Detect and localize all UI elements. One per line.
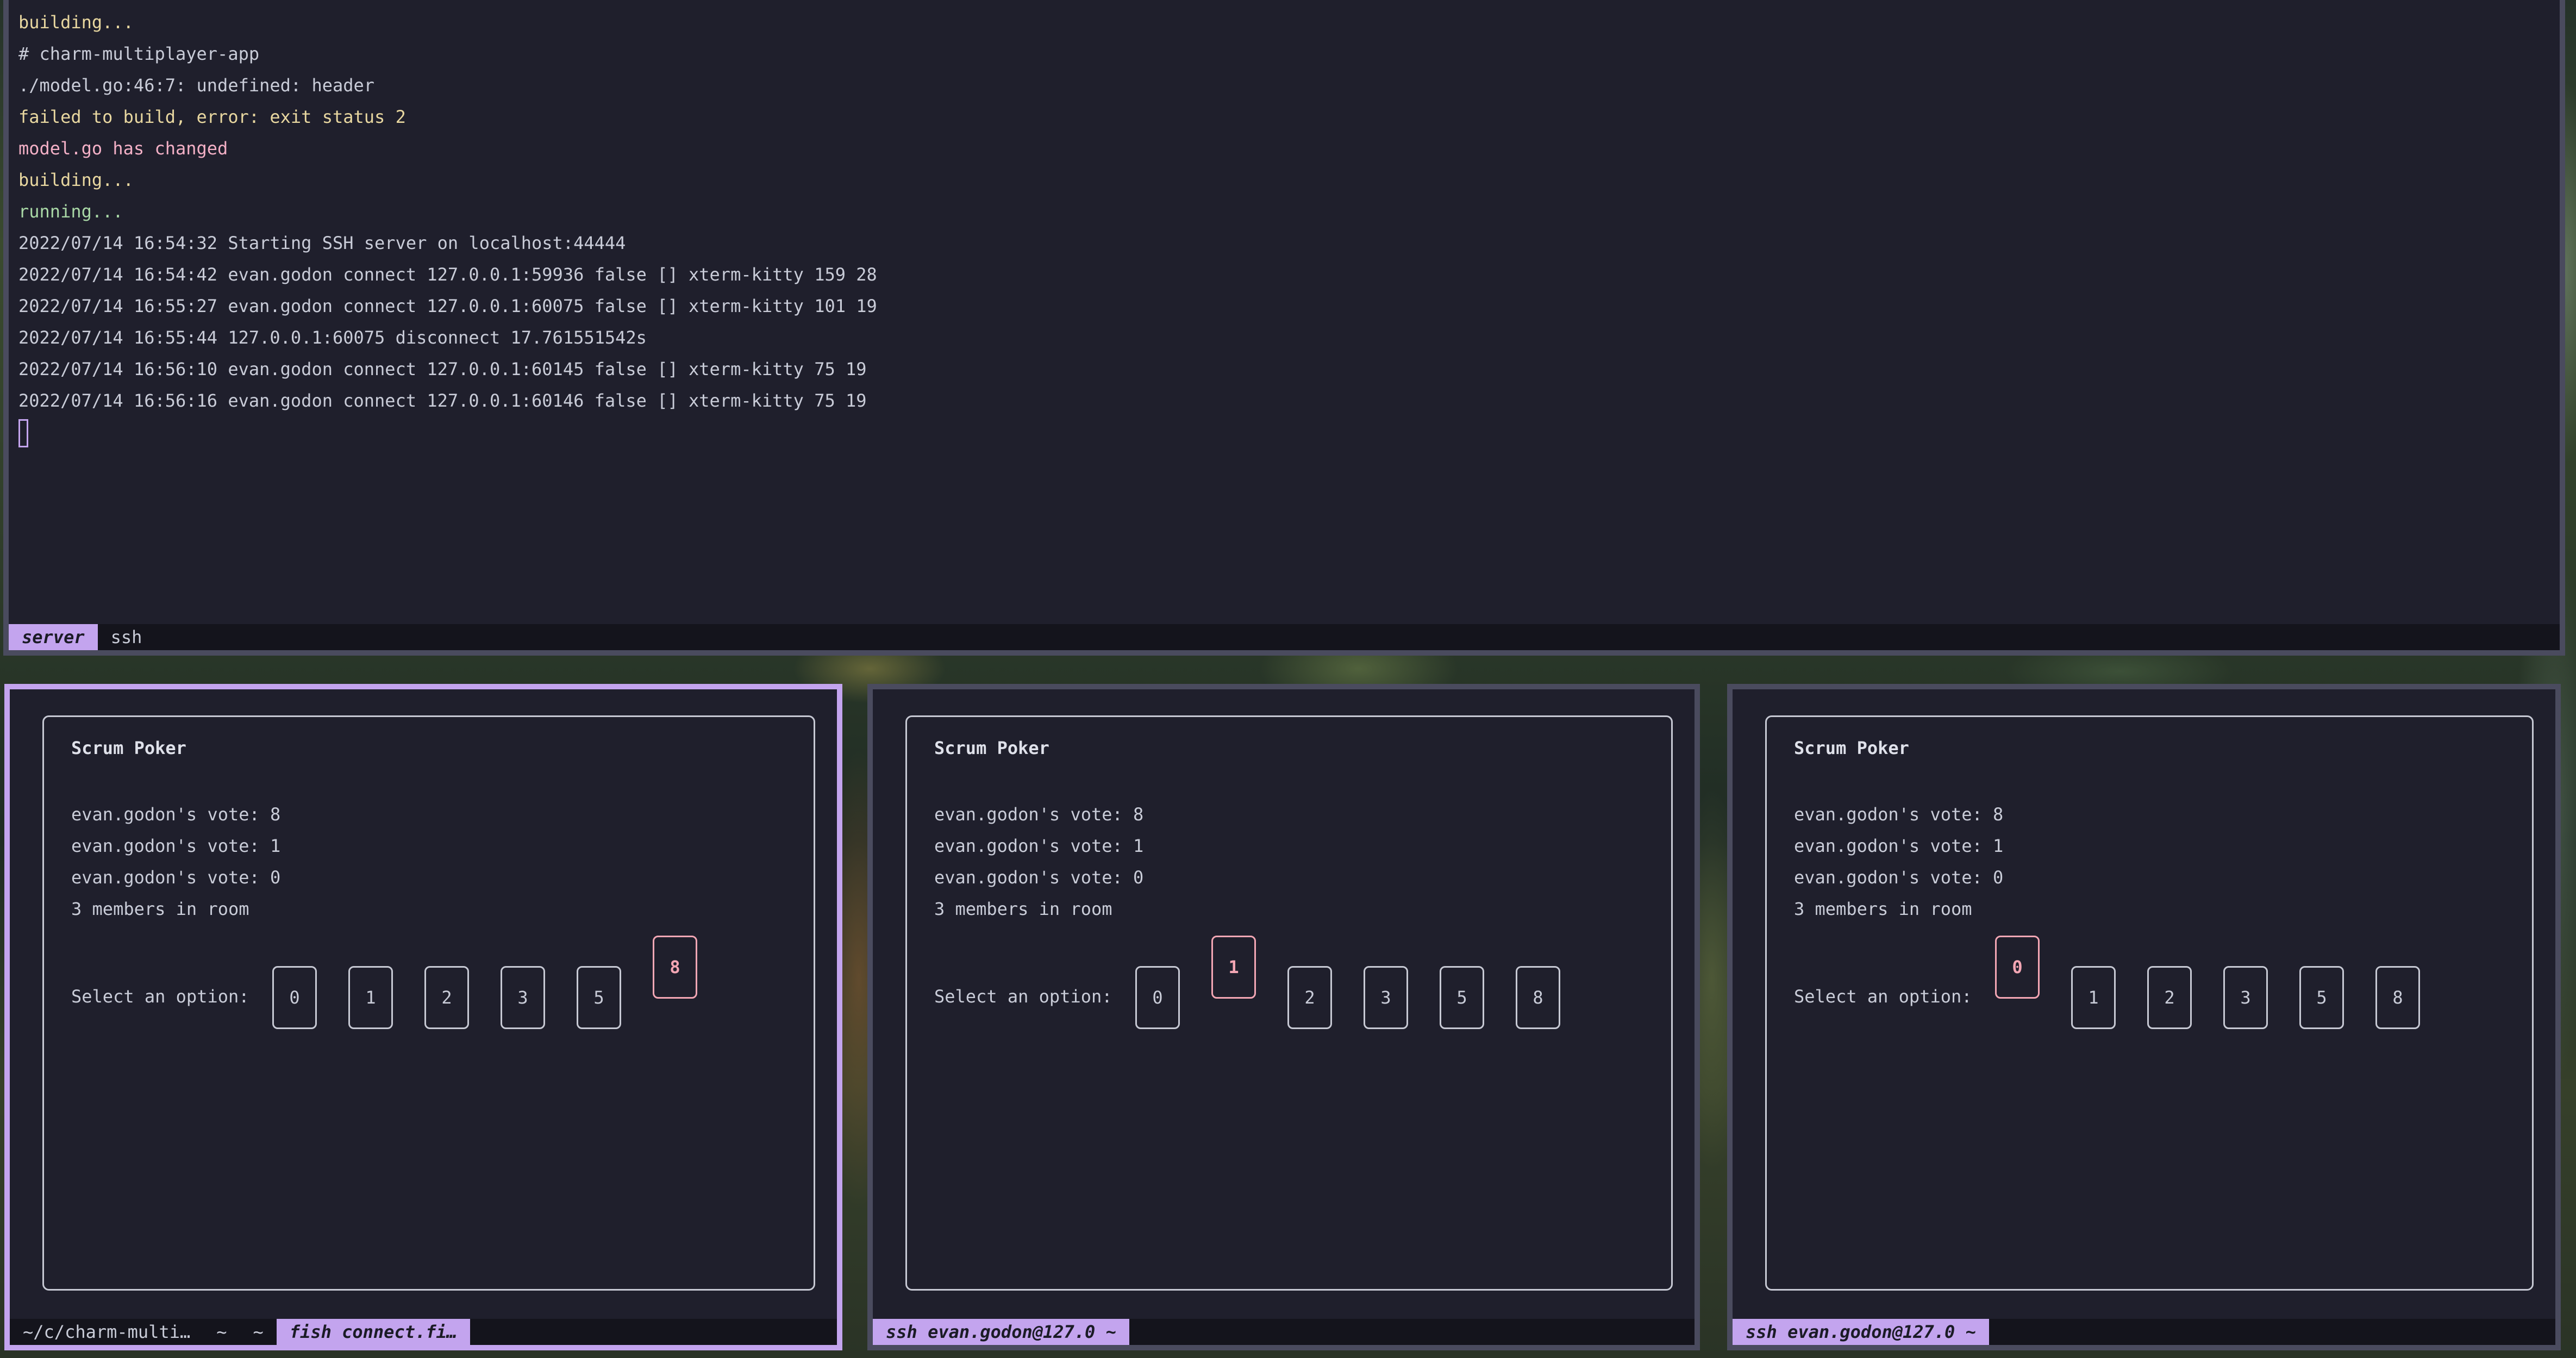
select-label: Select an option: xyxy=(71,986,249,1007)
log-line: 2022/07/14 16:55:27 evan.godon connect 1… xyxy=(18,296,877,316)
vote-list: evan.godon's vote: 8 evan.godon's vote: 1… xyxy=(1794,799,2003,925)
server-pane[interactable]: building... # charm-multiplayer-app ./mode… xyxy=(3,0,2565,656)
vote-line: evan.godon's vote: 8 xyxy=(1794,804,2004,825)
vote-line: evan.godon's vote: 1 xyxy=(1794,836,2004,856)
app-title: Scrum Poker xyxy=(934,738,1049,758)
log-line: building... xyxy=(18,170,134,190)
members-count: 3 members in room xyxy=(71,899,249,919)
vote-line: evan.godon's vote: 0 xyxy=(1794,867,2004,888)
option-card-0[interactable]: 0 xyxy=(1995,936,2040,999)
option-card-2[interactable]: 2 xyxy=(2147,966,2192,1029)
scrum-poker-box: Scrum Poker evan.godon's vote: 8 evan.godo… xyxy=(42,715,815,1291)
select-label: Select an option: xyxy=(1794,986,1972,1007)
log-line: building... xyxy=(18,12,134,33)
option-card-8[interactable]: 8 xyxy=(653,936,697,999)
status-tab[interactable]: ssh evan.godon@127.0 ~ xyxy=(873,1319,1129,1345)
vote-line: evan.godon's vote: 1 xyxy=(71,836,281,856)
server-log: building... # charm-multiplayer-app ./mode… xyxy=(18,7,877,448)
client-statusbar: ~/c/charm-multi… ~ ~ fish connect.fi… xyxy=(10,1319,837,1345)
log-line: failed to build, error: exit status 2 xyxy=(18,107,406,127)
option-card-1[interactable]: 1 xyxy=(1211,936,1256,999)
log-line: ./model.go:46:7: undefined: header xyxy=(18,75,375,96)
option-card-3[interactable]: 3 xyxy=(2223,966,2268,1029)
scrum-poker-box: Scrum Poker evan.godon's vote: 8 evan.godo… xyxy=(905,715,1673,1291)
client-pane-1[interactable]: Scrum Poker evan.godon's vote: 8 evan.godo… xyxy=(4,684,842,1350)
option-card-5[interactable]: 5 xyxy=(1440,966,1484,1029)
vote-line: evan.godon's vote: 8 xyxy=(71,804,281,825)
log-line: 2022/07/14 16:56:10 evan.godon connect 1… xyxy=(18,359,867,379)
option-card-2[interactable]: 2 xyxy=(424,966,469,1029)
status-tab[interactable]: ~ xyxy=(240,1319,277,1345)
scrum-poker-box: Scrum Poker evan.godon's vote: 8 evan.godo… xyxy=(1765,715,2534,1291)
option-card-1[interactable]: 1 xyxy=(2071,966,2116,1029)
members-count: 3 members in room xyxy=(1794,899,1972,919)
log-line: 2022/07/14 16:55:44 127.0.0.1:60075 disc… xyxy=(18,327,647,348)
vote-line: evan.godon's vote: 8 xyxy=(934,804,1144,825)
client-pane-3[interactable]: Scrum Poker evan.godon's vote: 8 evan.godo… xyxy=(1727,684,2561,1350)
status-tab[interactable]: ~/c/charm-multi… xyxy=(10,1319,203,1345)
app-title: Scrum Poker xyxy=(71,738,186,758)
log-line: 2022/07/14 16:54:32 Starting SSH server … xyxy=(18,233,626,253)
vote-line: evan.godon's vote: 1 xyxy=(934,836,1144,856)
option-card-5[interactable]: 5 xyxy=(2299,966,2344,1029)
option-card-1[interactable]: 1 xyxy=(348,966,393,1029)
vote-list: evan.godon's vote: 8 evan.godon's vote: 1… xyxy=(934,799,1143,925)
option-card-8[interactable]: 8 xyxy=(2375,966,2420,1029)
client-statusbar: ssh evan.godon@127.0 ~ xyxy=(1733,1319,2555,1345)
log-line: model.go has changed xyxy=(18,138,228,159)
vote-line: evan.godon's vote: 0 xyxy=(934,867,1144,888)
option-card-8[interactable]: 8 xyxy=(1516,966,1560,1029)
option-card-5[interactable]: 5 xyxy=(577,966,621,1029)
status-tab[interactable]: ~ xyxy=(203,1319,240,1345)
tab-server[interactable]: server xyxy=(9,624,98,650)
log-line: # charm-multiplayer-app xyxy=(18,43,260,64)
vote-list: evan.godon's vote: 8 evan.godon's vote: 1… xyxy=(71,799,280,925)
option-card-3[interactable]: 3 xyxy=(1364,966,1408,1029)
vote-line: evan.godon's vote: 0 xyxy=(71,867,281,888)
server-statusbar: server ssh xyxy=(9,624,2560,650)
members-count: 3 members in room xyxy=(934,899,1112,919)
option-card-3[interactable]: 3 xyxy=(501,966,545,1029)
status-tab[interactable]: ssh evan.godon@127.0 ~ xyxy=(1733,1319,1989,1345)
terminal-cursor xyxy=(18,416,877,448)
client-pane-2[interactable]: Scrum Poker evan.godon's vote: 8 evan.godo… xyxy=(867,684,1700,1350)
log-line: 2022/07/14 16:54:42 evan.godon connect 1… xyxy=(18,264,877,285)
status-tab[interactable]: fish connect.fi… xyxy=(276,1319,471,1345)
tab-ssh[interactable]: ssh xyxy=(98,624,155,650)
log-line: 2022/07/14 16:56:16 evan.godon connect 1… xyxy=(18,390,867,411)
option-card-2[interactable]: 2 xyxy=(1287,966,1332,1029)
option-card-0[interactable]: 0 xyxy=(1135,966,1180,1029)
client-statusbar: ssh evan.godon@127.0 ~ xyxy=(873,1319,1695,1345)
cursor-block xyxy=(18,419,28,447)
option-card-0[interactable]: 0 xyxy=(272,966,317,1029)
select-label: Select an option: xyxy=(934,986,1112,1007)
app-title: Scrum Poker xyxy=(1794,738,1909,758)
log-line: running... xyxy=(18,201,123,222)
